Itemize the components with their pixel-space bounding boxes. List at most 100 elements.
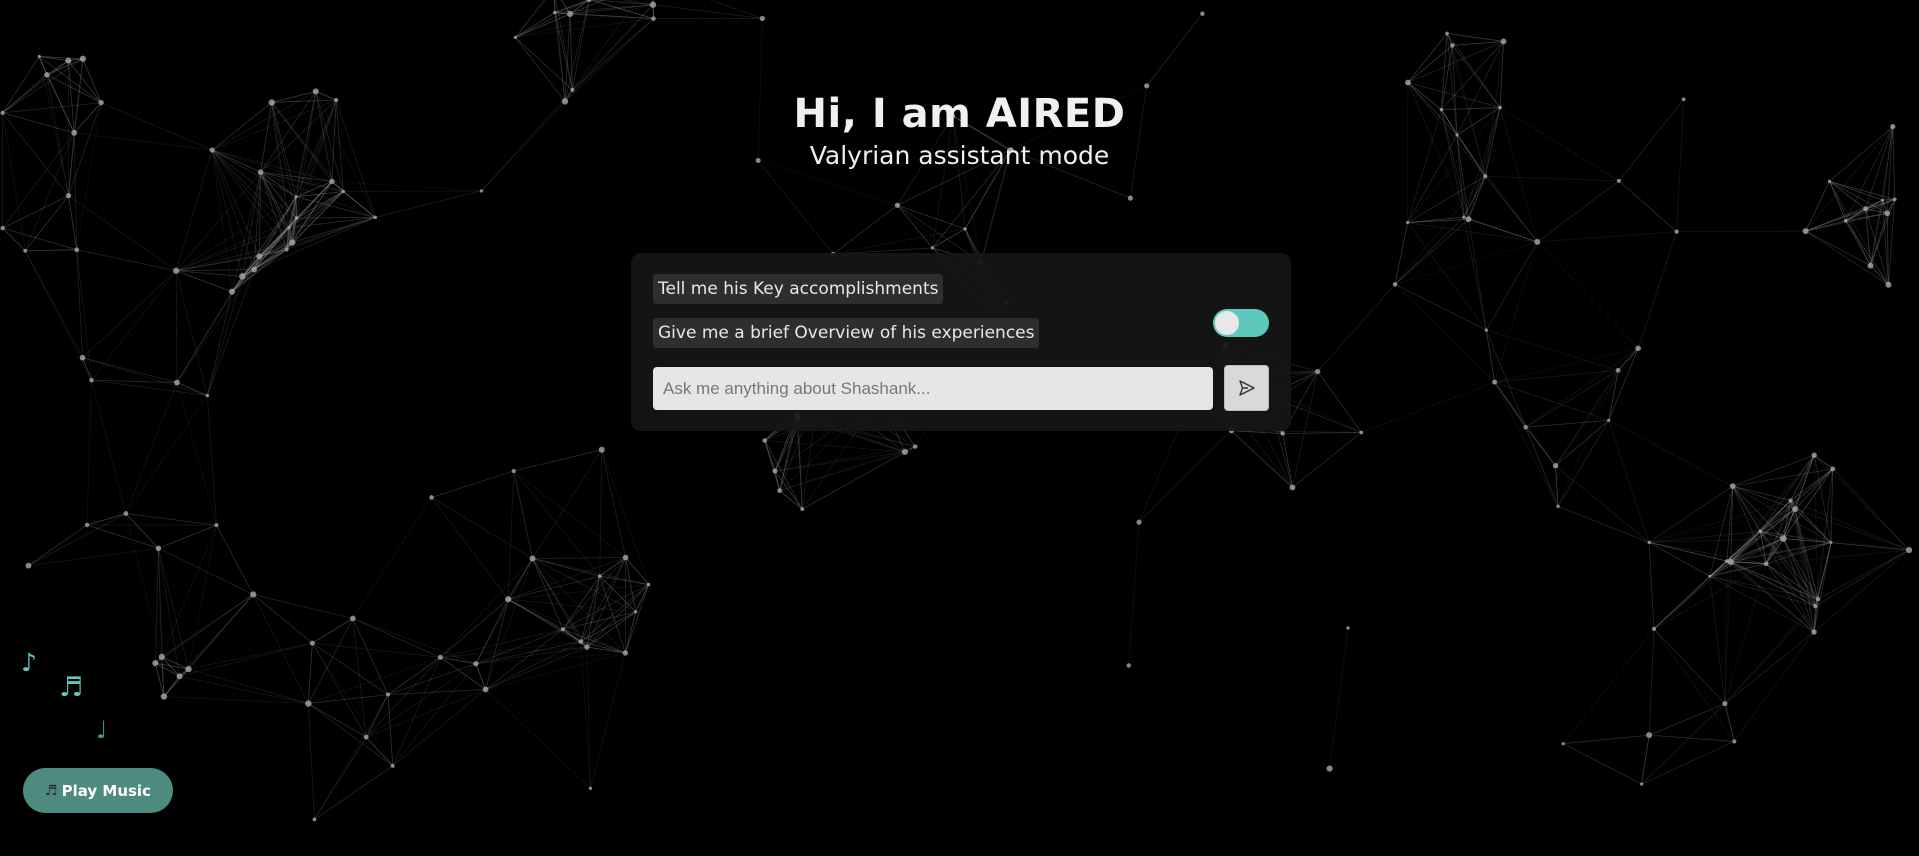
network-node: [160, 693, 168, 700]
network-link: [1813, 549, 1910, 633]
network-node: [152, 660, 159, 667]
network-node: [74, 247, 80, 253]
network-link: [1724, 598, 1819, 704]
mode-toggle[interactable]: [1213, 309, 1269, 337]
network-node: [634, 610, 638, 614]
network-node: [1289, 484, 1296, 491]
network-link: [343, 190, 482, 192]
network-link: [475, 641, 581, 665]
network-link: [513, 470, 601, 577]
network-node: [79, 354, 86, 361]
network-link: [485, 599, 509, 690]
network-link: [1557, 370, 1619, 507]
network-link: [175, 270, 233, 293]
network-link: [431, 497, 533, 559]
network-link: [1317, 371, 1362, 433]
network-node: [1405, 79, 1411, 86]
network-link: [485, 689, 591, 789]
network-link: [1805, 220, 1846, 232]
network-link: [1525, 419, 1609, 428]
network-link: [1557, 420, 1610, 507]
page-background: Hi, I am AIRED Valyrian assistant mode T…: [0, 0, 1919, 856]
network-node: [1607, 418, 1611, 422]
network-node: [1867, 262, 1874, 269]
network-link: [515, 37, 573, 91]
network-node: [37, 54, 41, 59]
network-link: [176, 270, 243, 277]
network-node: [1523, 424, 1528, 430]
network-node: [777, 488, 783, 494]
network-link: [1641, 735, 1650, 785]
network-node: [1561, 742, 1565, 746]
network-node: [174, 379, 180, 386]
network-link: [1537, 241, 1639, 349]
network-link: [1407, 41, 1504, 83]
network-link: [1618, 180, 1677, 232]
network-node: [588, 786, 593, 791]
network-node: [1616, 178, 1621, 183]
network-node: [1405, 220, 1410, 225]
network-node: [1126, 663, 1131, 668]
network-link: [1485, 330, 1496, 383]
network-link: [1648, 628, 1655, 736]
network-node: [250, 591, 257, 598]
network-node: [1465, 216, 1472, 223]
play-music-button[interactable]: ♬ Play Music: [23, 768, 173, 813]
network-link: [1394, 284, 1487, 331]
suggestion-key-accomplishments[interactable]: Tell me his Key accomplishments: [653, 274, 944, 304]
network-node: [1843, 218, 1848, 223]
send-arrow-icon: [1238, 380, 1255, 396]
network-node: [185, 666, 192, 673]
network-link: [1555, 465, 1650, 543]
network-link: [515, 18, 654, 38]
network-link: [431, 497, 509, 600]
network-link: [365, 736, 393, 767]
network-link: [1446, 33, 1504, 42]
network-link: [1407, 33, 1448, 83]
network-link: [82, 357, 178, 383]
network-link: [91, 380, 127, 514]
network-link: [216, 524, 254, 595]
network-node: [239, 273, 246, 280]
network-node: [560, 627, 565, 632]
network-node: [228, 288, 236, 295]
network-link: [387, 694, 394, 766]
network-link: [188, 525, 217, 670]
network-link: [1648, 542, 1710, 577]
network-node: [373, 215, 377, 220]
network-link: [28, 524, 88, 566]
network-node: [1788, 498, 1793, 503]
network-node: [894, 202, 901, 208]
network-link: [24, 250, 92, 381]
send-button[interactable]: [1224, 365, 1269, 411]
network-link: [1724, 703, 1735, 742]
network-link: [513, 449, 602, 472]
network-node: [1315, 368, 1321, 375]
network-node: [1136, 519, 1142, 525]
network-link: [352, 497, 432, 619]
network-link: [392, 663, 477, 767]
network-node: [287, 226, 291, 230]
ask-input[interactable]: [653, 367, 1213, 410]
network-link: [206, 276, 243, 396]
network-link: [1563, 743, 1642, 785]
network-node: [284, 247, 289, 252]
network-link: [1648, 542, 1655, 629]
network-node: [598, 446, 605, 453]
network-node: [1635, 345, 1641, 352]
network-link: [440, 641, 581, 658]
network-link: [86, 513, 127, 526]
network-node: [1646, 732, 1653, 739]
network-link: [431, 470, 514, 498]
network-node: [44, 72, 50, 78]
network-link: [1494, 369, 1619, 383]
suggestion-experience-overview[interactable]: Give me a brief Overview of his experien…: [653, 318, 1040, 348]
network-link: [1484, 176, 1538, 243]
network-link: [1829, 181, 1889, 285]
network-node: [329, 178, 335, 185]
network-link: [158, 548, 189, 670]
music-note-icon: ♬: [59, 672, 84, 703]
network-link: [1724, 605, 1816, 704]
network-link: [1394, 284, 1495, 383]
network-node: [89, 377, 94, 383]
